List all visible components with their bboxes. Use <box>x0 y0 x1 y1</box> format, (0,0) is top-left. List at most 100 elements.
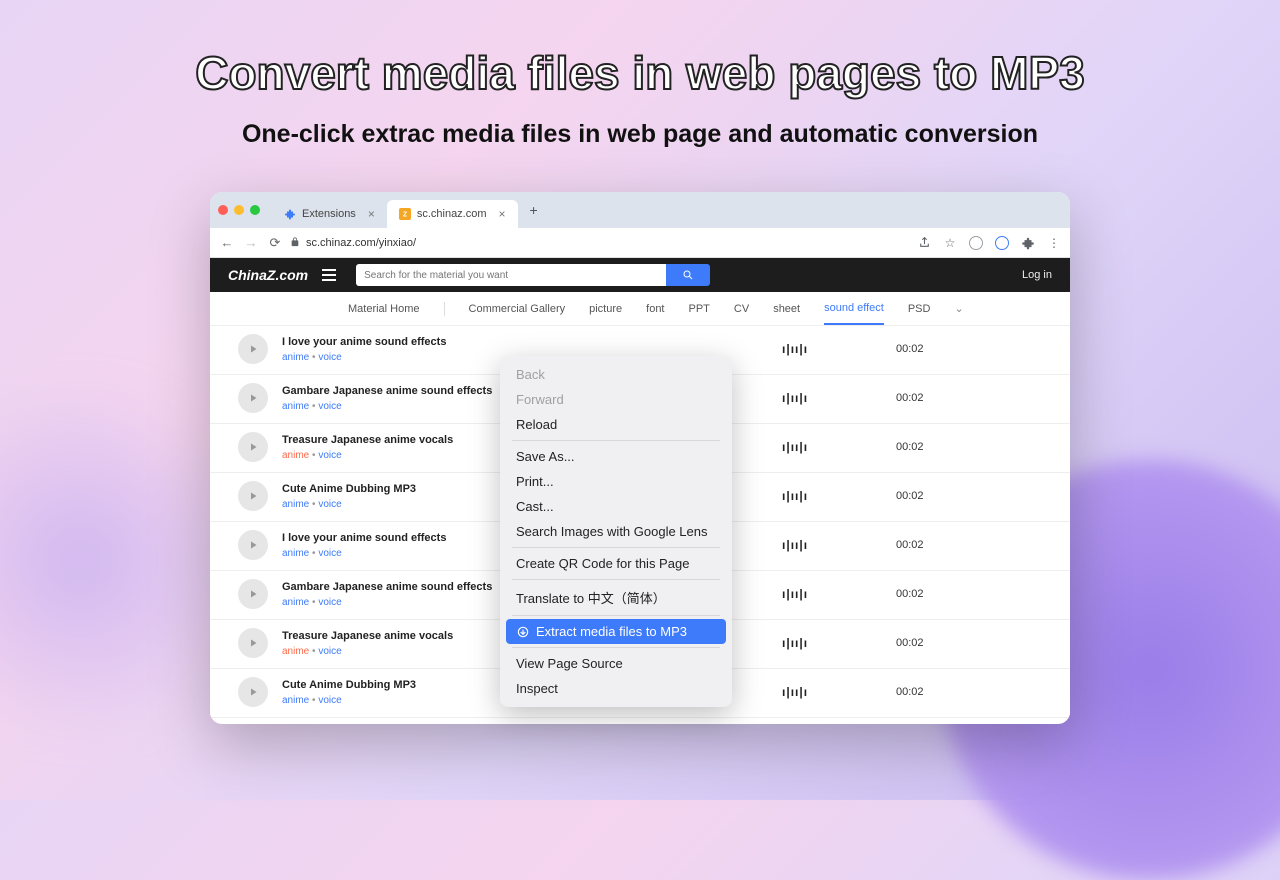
tag-link[interactable]: anime <box>282 499 309 510</box>
play-button[interactable] <box>238 334 268 364</box>
reload-button[interactable]: ⟳ <box>266 234 284 252</box>
ctx-separator <box>512 615 720 616</box>
ctx-view-source[interactable]: View Page Source <box>506 651 726 676</box>
browser-tabbar: Extensions × Z sc.chinaz.com × + <box>210 192 1070 228</box>
sound-duration: 00:02 <box>896 392 924 404</box>
extract-icon <box>516 625 530 639</box>
tag-link[interactable]: anime <box>282 597 309 608</box>
chevron-down-icon[interactable]: ⌄ <box>954 302 963 315</box>
tag-link[interactable]: voice <box>318 548 341 559</box>
menu-icon[interactable]: ⋮ <box>1046 235 1062 251</box>
site-favicon-icon: Z <box>399 208 411 220</box>
sound-duration: 00:02 <box>896 686 924 698</box>
close-tab-icon[interactable]: × <box>499 207 506 221</box>
play-button[interactable] <box>238 530 268 560</box>
url-text[interactable]: sc.chinaz.com/yinxiao/ <box>306 237 416 249</box>
nav-cv[interactable]: CV <box>734 294 749 324</box>
site-search <box>356 264 710 286</box>
tag-link[interactable]: voice <box>318 646 341 657</box>
extension-icon[interactable] <box>994 235 1010 251</box>
ctx-back[interactable]: Back <box>506 362 726 387</box>
nav-ppt[interactable]: PPT <box>689 294 710 324</box>
search-button[interactable] <box>666 264 710 286</box>
tag-link[interactable]: anime <box>282 695 309 706</box>
waveform-icon: ı|ıı|ı <box>782 587 842 601</box>
ctx-translate[interactable]: Translate to 中文（简体） <box>506 583 726 612</box>
search-input[interactable] <box>356 264 666 286</box>
nav-psd[interactable]: PSD <box>908 294 931 324</box>
play-button[interactable] <box>238 432 268 462</box>
tag-link[interactable]: voice <box>318 597 341 608</box>
extension-icon[interactable] <box>968 235 984 251</box>
tag-link[interactable]: anime <box>282 450 309 461</box>
nav-font[interactable]: font <box>646 294 664 324</box>
play-icon <box>247 392 259 404</box>
window-controls <box>218 205 260 215</box>
nav-sound-effect[interactable]: sound effect <box>824 293 884 325</box>
maximize-window-button[interactable] <box>250 205 260 215</box>
play-button[interactable] <box>238 579 268 609</box>
tag-link[interactable]: voice <box>318 401 341 412</box>
nav-sheet[interactable]: sheet <box>773 294 800 324</box>
play-button[interactable] <box>238 677 268 707</box>
ctx-inspect[interactable]: Inspect <box>506 676 726 701</box>
ctx-reload[interactable]: Reload <box>506 412 726 437</box>
ctx-extract-label: Extract media files to MP3 <box>536 624 687 639</box>
share-icon[interactable] <box>916 235 932 251</box>
extensions-puzzle-icon[interactable] <box>1020 235 1036 251</box>
tab-title: Extensions <box>302 208 356 220</box>
sound-duration: 00:02 <box>896 539 924 551</box>
ctx-save-as[interactable]: Save As... <box>506 444 726 469</box>
bookmark-icon[interactable]: ☆ <box>942 235 958 251</box>
browser-addressbar: ← → ⟳ sc.chinaz.com/yinxiao/ ☆ ⋮ <box>210 228 1070 258</box>
sound-title[interactable]: I love your anime sound effects <box>282 336 542 348</box>
hamburger-menu-icon[interactable] <box>322 269 336 281</box>
tag-link[interactable]: voice <box>318 352 341 363</box>
browser-tab[interactable]: Extensions × <box>272 200 387 228</box>
waveform-icon: ı|ıı|ı <box>782 391 842 405</box>
ctx-cast[interactable]: Cast... <box>506 494 726 519</box>
browser-tab[interactable]: Z sc.chinaz.com × <box>387 200 518 228</box>
new-tab-button[interactable]: + <box>524 200 544 220</box>
play-button[interactable] <box>238 383 268 413</box>
nav-picture[interactable]: picture <box>589 294 622 324</box>
play-button[interactable] <box>238 481 268 511</box>
waveform-icon: ı|ıı|ı <box>782 489 842 503</box>
waveform-icon: ı|ıı|ı <box>782 685 842 699</box>
ctx-print[interactable]: Print... <box>506 469 726 494</box>
play-button[interactable] <box>238 628 268 658</box>
tag-link[interactable]: anime <box>282 548 309 559</box>
lock-icon <box>290 234 300 252</box>
svg-text:Z: Z <box>403 212 408 219</box>
tag-link[interactable]: anime <box>282 352 309 363</box>
site-logo[interactable]: ChinaZ.com <box>228 267 308 283</box>
close-window-button[interactable] <box>218 205 228 215</box>
promo-headline: Convert media files in web pages to MP3 <box>0 46 1280 100</box>
nav-commercial-gallery[interactable]: Commercial Gallery <box>469 294 566 324</box>
ctx-separator <box>512 440 720 441</box>
context-menu: Back Forward Reload Save As... Print... … <box>500 356 732 707</box>
close-tab-icon[interactable]: × <box>368 207 375 221</box>
back-button[interactable]: ← <box>218 234 236 252</box>
ctx-extract-mp3[interactable]: Extract media files to MP3 <box>506 619 726 644</box>
minimize-window-button[interactable] <box>234 205 244 215</box>
waveform-icon: ı|ıı|ı <box>782 342 842 356</box>
nav-material-home[interactable]: Material Home <box>348 294 420 324</box>
sound-duration: 00:02 <box>896 490 924 502</box>
login-link[interactable]: Log in <box>1022 269 1052 281</box>
forward-button[interactable]: → <box>242 234 260 252</box>
play-icon <box>247 637 259 649</box>
tag-link[interactable]: voice <box>318 450 341 461</box>
waveform-icon: ı|ıı|ı <box>782 538 842 552</box>
tag-link[interactable]: voice <box>318 499 341 510</box>
ctx-qr-code[interactable]: Create QR Code for this Page <box>506 551 726 576</box>
ctx-google-lens[interactable]: Search Images with Google Lens <box>506 519 726 544</box>
nav-divider <box>444 302 445 316</box>
tag-link[interactable]: voice <box>318 695 341 706</box>
tag-link[interactable]: anime <box>282 646 309 657</box>
puzzle-icon <box>284 208 296 220</box>
tag-link[interactable]: anime <box>282 401 309 412</box>
play-icon <box>247 588 259 600</box>
ctx-forward[interactable]: Forward <box>506 387 726 412</box>
sound-duration: 00:02 <box>896 343 924 355</box>
